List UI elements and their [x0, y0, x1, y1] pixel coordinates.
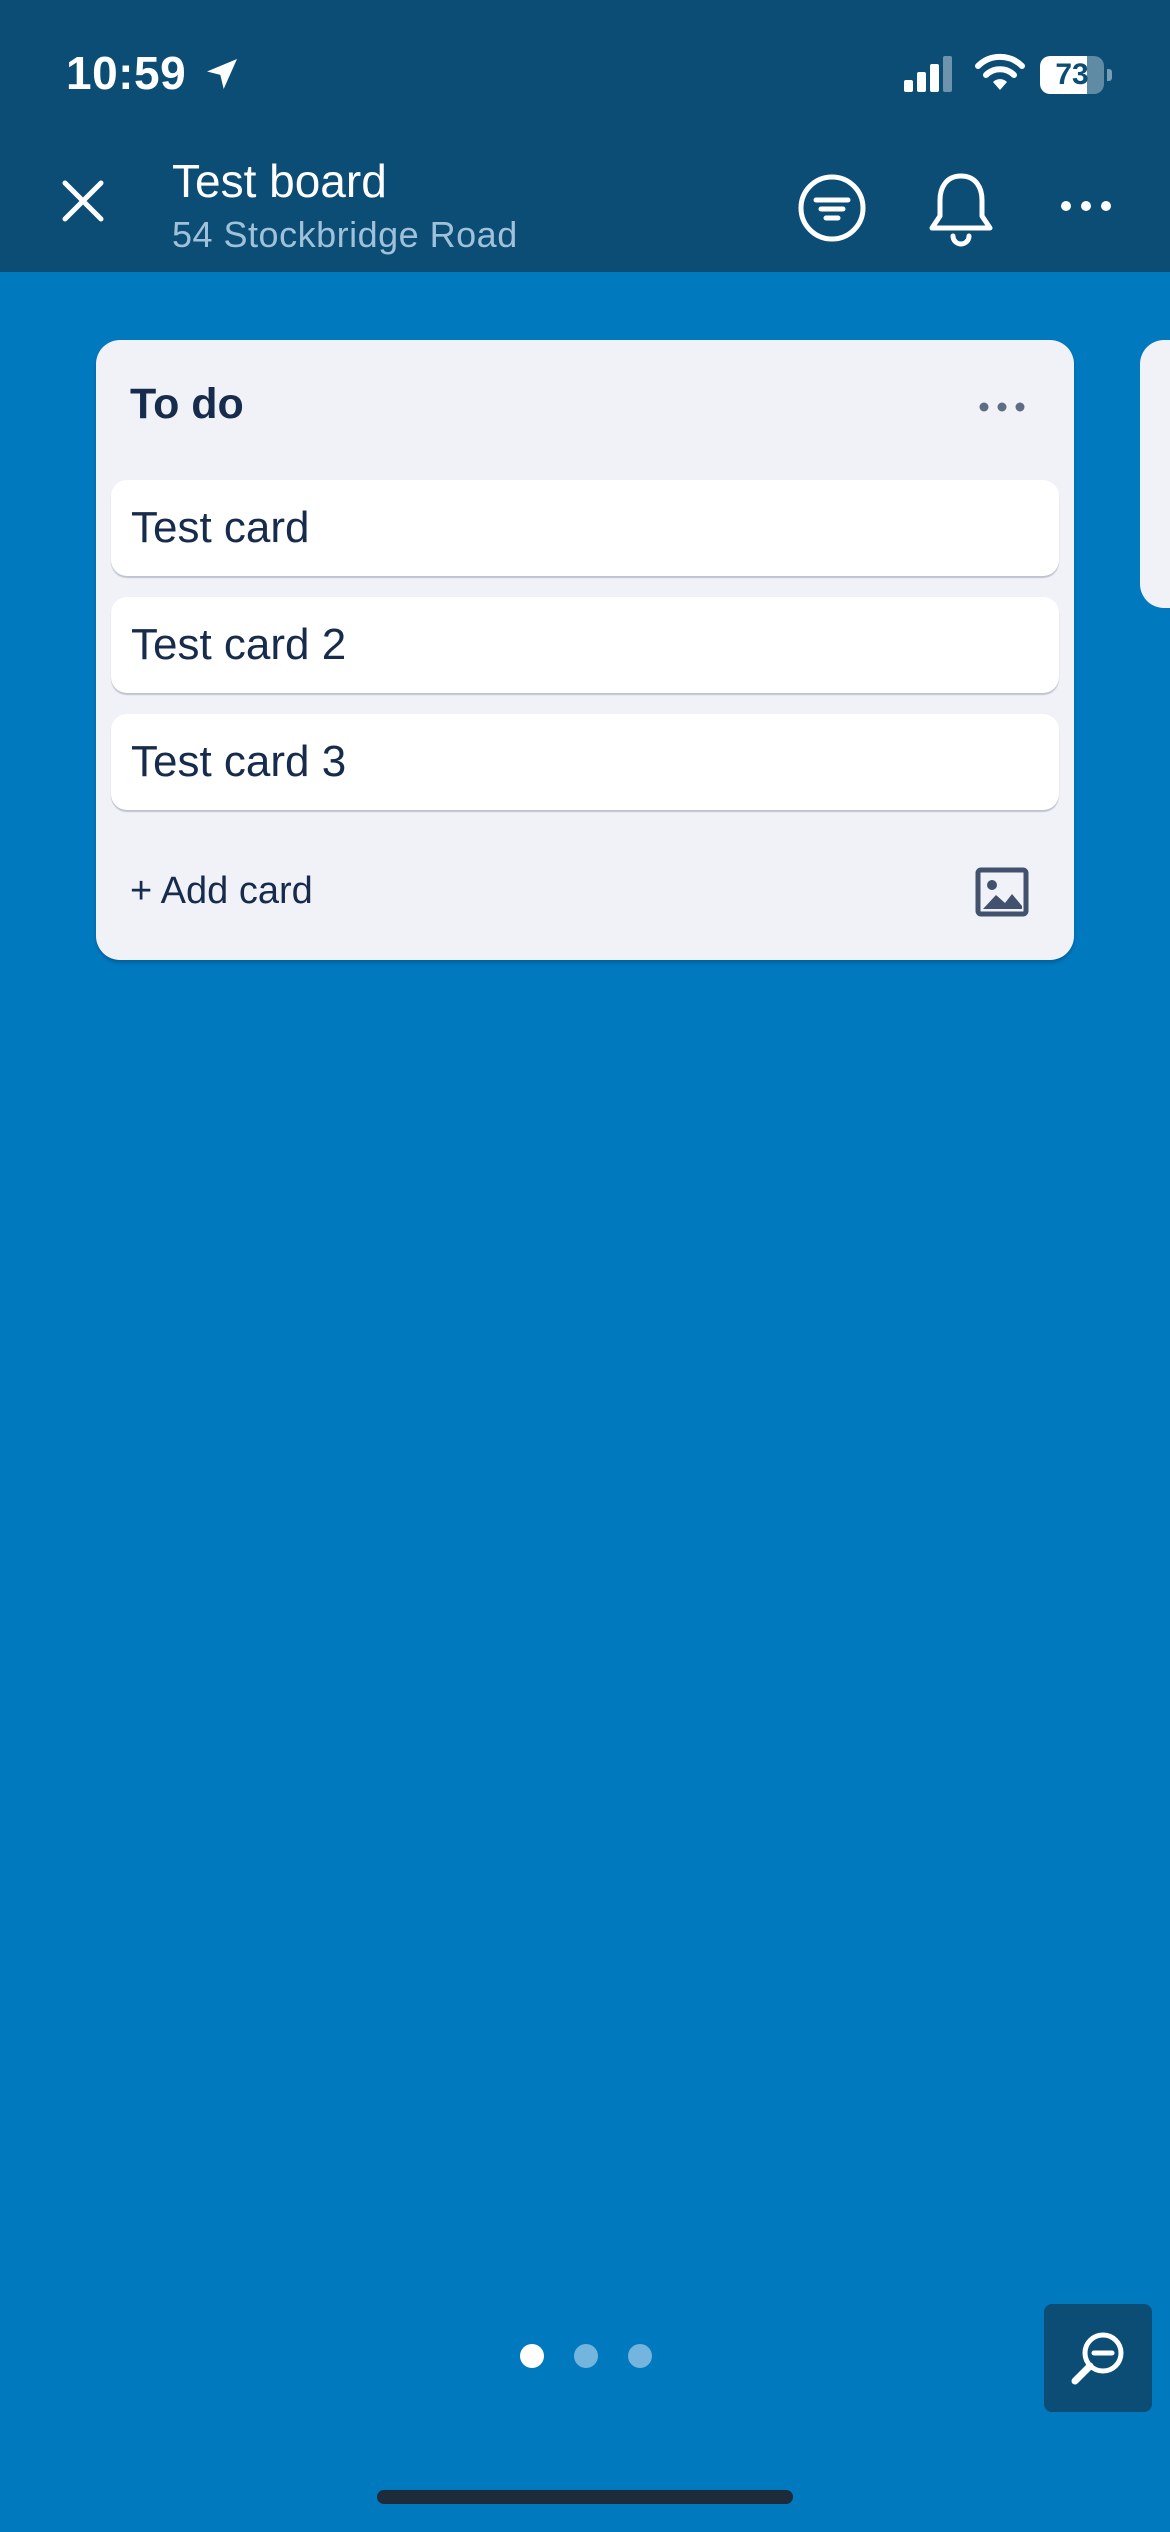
workspace-name: 54 Stockbridge Road [172, 214, 518, 255]
bell-icon [929, 173, 993, 247]
battery-indicator: 73 [1040, 56, 1112, 94]
page-dot[interactable] [628, 2344, 652, 2368]
page-dot[interactable] [574, 2344, 598, 2368]
page-dot-active[interactable] [520, 2344, 544, 2368]
more-button[interactable] [1058, 186, 1114, 226]
card[interactable]: Test card [111, 480, 1059, 576]
zoom-out-button[interactable] [1044, 2304, 1152, 2412]
battery-level: 73 [1055, 58, 1089, 91]
more-icon [1061, 201, 1111, 211]
cellular-signal-icon [904, 56, 952, 92]
zoom-out-icon [1071, 2332, 1124, 2385]
location-arrow-icon [207, 59, 237, 89]
list-title[interactable]: To do [130, 380, 244, 429]
image-icon [975, 867, 1029, 917]
close-button[interactable] [48, 166, 118, 236]
status-time: 10:59 [66, 47, 187, 99]
next-list-peek[interactable] [1140, 340, 1170, 608]
close-icon [62, 180, 104, 222]
add-card-button[interactable]: + Add card [130, 870, 313, 913]
board-title: Test board [172, 155, 387, 207]
card[interactable]: Test card 3 [111, 714, 1059, 810]
filter-button[interactable] [794, 170, 870, 246]
card[interactable]: Test card 2 [111, 597, 1059, 693]
more-icon [979, 402, 1025, 412]
filter-icon [798, 174, 866, 242]
top-bar: 10:59 73 Test board 54 Stockbridge Road [0, 0, 1170, 272]
list-to-do: To do Test card Test card 2 Test card 3 … [96, 340, 1074, 960]
home-indicator [377, 2490, 793, 2504]
add-card-from-image-button[interactable] [974, 864, 1030, 920]
battery-body: 73 [1040, 56, 1104, 94]
battery-cap [1107, 69, 1112, 81]
page-indicator [520, 2344, 654, 2368]
list-menu-button[interactable] [976, 392, 1028, 422]
wifi-icon [975, 53, 1025, 90]
notifications-button[interactable] [924, 168, 998, 248]
